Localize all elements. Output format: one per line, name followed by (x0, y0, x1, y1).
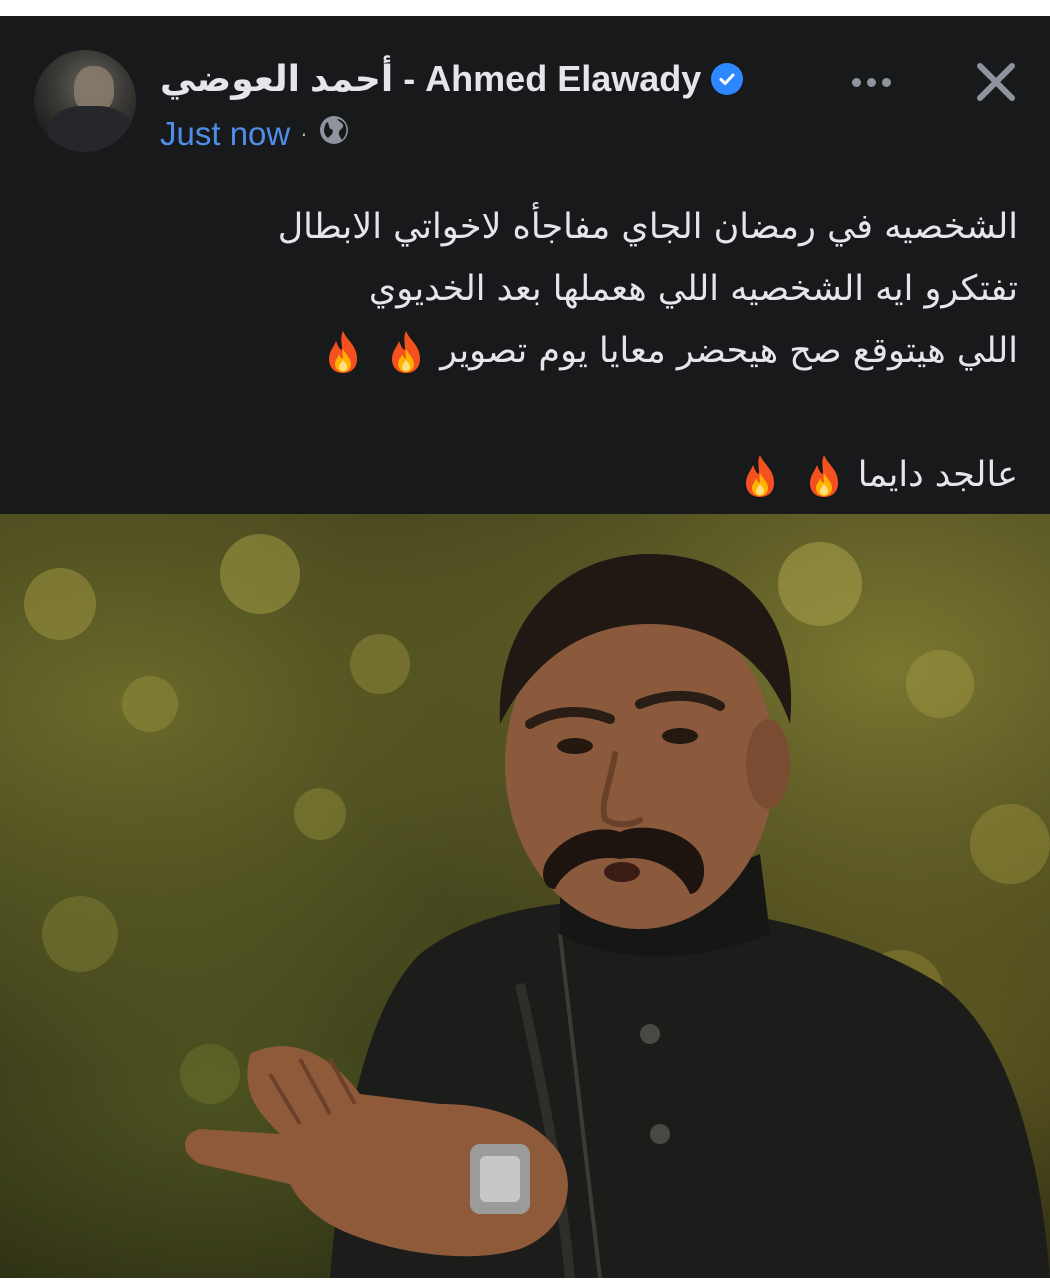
author-avatar[interactable] (34, 50, 136, 152)
more-options-icon-dot (881, 77, 891, 87)
post-text-line-3: اللي هيتوقع صح هيحضر معايا يوم تصوير (218, 320, 1018, 382)
post-photo[interactable] (0, 514, 1050, 1278)
fire-emoji-icon (391, 331, 420, 373)
avatar-body (48, 106, 132, 152)
fire-emoji-icon (328, 331, 357, 373)
close-icon (977, 63, 1015, 101)
facebook-post: أحمد العوضي - Ahmed Elawady Just now · ا… (0, 16, 1050, 1278)
close-button[interactable] (966, 52, 1026, 112)
post-text-line-1: الشخصيه في رمضان الجاي مفاجأه لاخواتي ال… (277, 207, 1018, 247)
screen: أحمد العوضي - Ahmed Elawady Just now · ا… (0, 0, 1050, 1280)
more-options-button[interactable] (842, 62, 900, 102)
post-text-closing-text: عالجد دايما (857, 455, 1018, 495)
more-options-icon (851, 77, 861, 87)
post-text-closing: عالجد دايما (218, 444, 1018, 506)
meta-separator: · (300, 121, 308, 146)
author-line: أحمد العوضي - Ahmed Elawady (160, 54, 744, 104)
post-text-line-3-text: اللي هيتوقع صح هيحضر معايا يوم تصوير (440, 331, 1018, 371)
fire-emoji-icon (746, 455, 775, 497)
post-photo-illustration (24, 534, 1050, 1278)
globe-icon[interactable] (318, 114, 350, 154)
verified-badge-icon (711, 63, 744, 95)
post-timestamp[interactable]: Just now (160, 115, 290, 153)
post-text-line-2: تفتكرو ايه الشخصيه اللي هعملها بعد الخدي… (368, 269, 1018, 309)
post-meta: Just now · (160, 112, 350, 156)
fire-emoji-icon (809, 455, 838, 497)
more-options-icon-dot (866, 77, 876, 87)
post-text: الشخصيه في رمضان الجاي مفاجأه لاخواتي ال… (218, 196, 1018, 506)
author-name[interactable]: أحمد العوضي - Ahmed Elawady (160, 58, 701, 100)
